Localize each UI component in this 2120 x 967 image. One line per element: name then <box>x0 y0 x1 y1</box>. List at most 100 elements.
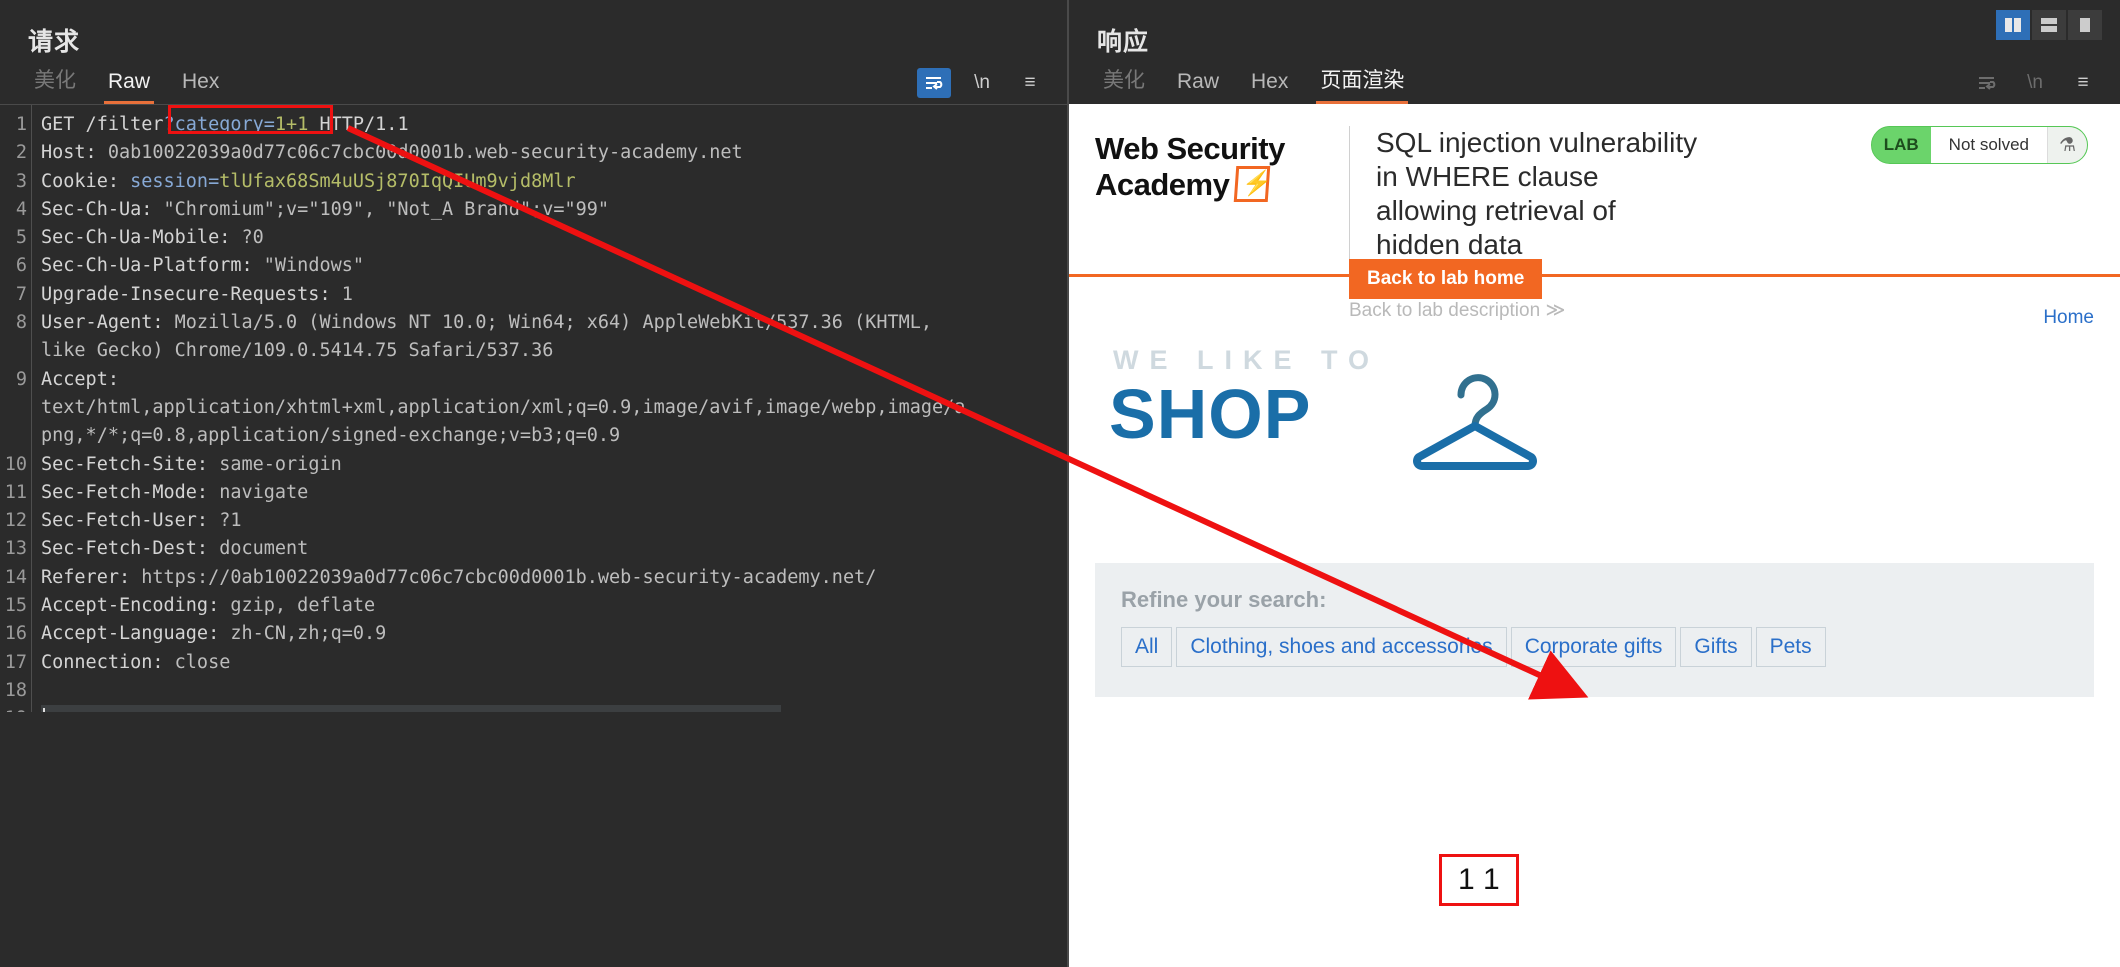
code-segment: GET /filter <box>41 114 164 135</box>
code-segment: User-Agent: <box>41 312 175 334</box>
code-segment: Sec-Ch-Ua-Mobile: <box>41 227 242 249</box>
line-number: 18 <box>4 679 27 701</box>
line-number: 11 <box>4 481 27 503</box>
code-line: Accept-Encoding: gzip, deflate <box>41 592 1067 620</box>
request-toolbar: \n ≡ <box>917 68 1067 104</box>
filter-gifts[interactable]: Gifts <box>1680 627 1752 667</box>
line-number: 2 <box>15 142 27 164</box>
code-line: Referer: https://0ab10022039a0d77c06c7cb… <box>41 564 1067 592</box>
lab-header: Web Security Academy SQL injection vulne… <box>1069 104 2120 262</box>
code-line: Sec-Ch-Ua-Mobile: ?0 <box>41 224 1067 252</box>
header-divider <box>1349 126 1350 262</box>
layout-vertical-split-button[interactable] <box>1996 10 2030 40</box>
layout-toggle-group <box>1996 10 2102 40</box>
code-segment: Host: <box>41 142 108 164</box>
code-segment: tlUfax68Sm4uUSj870IqQIUm9vjd8Mlr <box>219 170 576 192</box>
hamburger-menu-icon[interactable]: ≡ <box>1013 68 1047 98</box>
line-number: 10 <box>4 453 27 475</box>
lab-badge: LAB <box>1871 127 1931 163</box>
code-segment: Referer: <box>41 566 142 588</box>
code-segment: https://0ab10022039a0d77c06c7cbc00d0001b… <box>141 566 877 588</box>
tab-response-render[interactable]: 页面渲染 <box>1304 60 1420 104</box>
refine-search-panel: Refine your search: All Clothing, shoes … <box>1095 563 2094 697</box>
word-wrap-icon[interactable] <box>917 68 951 98</box>
code-segment: Sec-Fetch-Mode: <box>41 481 220 503</box>
line-number: 7 <box>15 283 27 305</box>
filter-corporate[interactable]: Corporate gifts <box>1510 627 1677 667</box>
tab-response-beautify[interactable]: 美化 <box>1087 60 1161 104</box>
refine-filter-row: All Clothing, shoes and accessories Corp… <box>1121 627 2068 667</box>
back-to-lab-description-link[interactable]: Back to lab description ≫ <box>1349 299 1565 322</box>
code-line: Sec-Ch-Ua-Platform: "Windows" <box>41 252 1067 280</box>
code-line: Cookie: session=tlUfax68Sm4uUSj870IqQIUm… <box>41 168 1067 196</box>
newline-icon[interactable]: \n <box>965 68 999 98</box>
shop-banner: WE LIKE TO SHOP 1 1 <box>1069 339 2120 906</box>
burp-suite-window: 请求 美化 Raw Hex \n ≡ 1 2 3 4 5 6 7 8 9 10 … <box>0 0 2120 967</box>
line-number <box>0 337 31 365</box>
line-number: 4 <box>15 198 27 220</box>
lab-title: SQL injection vulnerability in WHERE cla… <box>1376 127 1698 260</box>
code-segment: HTTP/1.1 <box>308 114 409 135</box>
code-segment: Sec-Ch-Ua-Platform: <box>41 255 264 277</box>
code-line: like Gecko) Chrome/109.0.5414.75 Safari/… <box>41 337 1067 365</box>
code-line: Sec-Fetch-Mode: navigate <box>41 479 1067 507</box>
code-segment: ?category= <box>163 114 275 135</box>
line-number: 3 <box>15 170 27 192</box>
code-segment: ?1 <box>219 510 242 532</box>
code-segment: gzip, deflate <box>230 595 376 617</box>
code-line: png,*/*;q=0.8,application/signed-exchang… <box>41 422 1067 450</box>
request-code[interactable]: GET /filter?category=1+1 HTTP/1.1 Host: 0… <box>32 105 1067 734</box>
layout-single-pane-button[interactable] <box>2068 10 2102 40</box>
logo-line-2: Academy <box>1095 167 1230 202</box>
tab-request-hex[interactable]: Hex <box>166 66 235 104</box>
response-toolbar: \n ≡ <box>1970 68 2120 104</box>
code-line: Connection: close <box>41 649 1067 677</box>
newline-icon[interactable]: \n <box>2018 68 2052 98</box>
layout-horizontal-split-button[interactable] <box>2032 10 2066 40</box>
back-to-lab-home-button[interactable]: Back to lab home <box>1349 259 1543 299</box>
editor-empty-area <box>0 712 1067 967</box>
annotated-result-value: 1 1 <box>1439 854 1519 906</box>
code-segment: Sec-Fetch-User: <box>41 510 220 532</box>
line-number: 6 <box>15 255 27 277</box>
request-editor[interactable]: 12345678910111213141516171819 GET /filte… <box>0 104 1067 967</box>
tab-request-beautify[interactable]: 美化 <box>18 60 92 104</box>
code-segment: Accept-Encoding: <box>41 595 231 617</box>
line-number: 16 <box>4 623 27 645</box>
code-line: User-Agent: Mozilla/5.0 (Windows NT 10.0… <box>41 309 1067 337</box>
rendered-page: Web Security Academy SQL injection vulne… <box>1069 104 2120 967</box>
request-panel-title: 请求 <box>28 28 81 56</box>
word-wrap-icon[interactable] <box>1970 68 2004 98</box>
code-segment: 0ab10022039a0d77c06c7cbc00d0001b.web-sec… <box>107 142 743 164</box>
tab-response-raw[interactable]: Raw <box>1161 66 1235 104</box>
filter-clothing[interactable]: Clothing, shoes and accessories <box>1176 627 1507 667</box>
code-segment: Sec-Fetch-Dest: <box>41 538 220 560</box>
shop-tagline: WE LIKE TO <box>1113 345 1381 375</box>
filter-pets[interactable]: Pets <box>1755 627 1826 667</box>
code-segment: navigate <box>219 481 309 503</box>
code-segment: Upgrade-Insecure-Requests: <box>41 283 342 305</box>
line-number <box>0 422 31 450</box>
code-segment: like Gecko) Chrome/109.0.5414.75 Safari/… <box>41 340 554 362</box>
line-number: 12 <box>4 510 27 532</box>
code-line: Upgrade-Insecure-Requests: 1 <box>41 281 1067 309</box>
code-segment: document <box>219 538 309 560</box>
hamburger-menu-icon[interactable]: ≡ <box>2066 68 2100 98</box>
filter-all[interactable]: All <box>1121 627 1173 667</box>
response-tabbar: 美化 Raw Hex 页面渲染 \n ≡ <box>1069 58 2120 104</box>
code-line: Sec-Fetch-Dest: document <box>41 535 1067 563</box>
code-segment: Mozilla/5.0 (Windows NT 10.0; Win64; x64… <box>174 312 933 334</box>
code-line: Host: 0ab10022039a0d77c06c7cbc00d0001b.w… <box>41 139 1067 167</box>
code-segment: png,*/*;q=0.8,application/signed-exchang… <box>41 425 621 447</box>
flask-icon: ⚗ <box>2047 127 2087 163</box>
home-link[interactable]: Home <box>2043 307 2094 329</box>
tab-response-hex[interactable]: Hex <box>1235 66 1304 104</box>
request-tabbar: 美化 Raw Hex \n ≡ <box>0 58 1067 104</box>
line-number-gutter: 12345678910111213141516171819 <box>0 105 32 734</box>
lab-nav: Back to lab home Back to lab description… <box>1069 259 2120 339</box>
tab-request-raw[interactable]: Raw <box>92 66 166 104</box>
request-panel: 请求 美化 Raw Hex \n ≡ 1 2 3 4 5 6 7 8 9 10 … <box>0 0 1067 967</box>
line-number: 1 <box>15 114 27 135</box>
line-number: 15 <box>4 595 27 617</box>
